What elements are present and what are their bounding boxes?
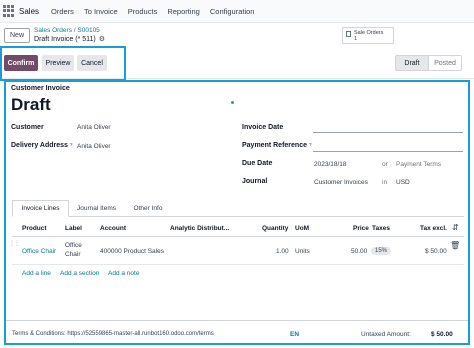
menu-reporting[interactable]: Reporting xyxy=(167,7,200,16)
row-price[interactable]: 50.00 xyxy=(351,248,367,255)
notebook-tabs: Invoice Lines Journal Items Other Info xyxy=(12,200,464,217)
or-text: or xyxy=(382,161,388,168)
column-label[interactable]: Label xyxy=(65,225,82,232)
breadcrumb-sales-orders[interactable]: Sales Orders xyxy=(34,27,72,34)
status-draft[interactable]: Draft xyxy=(395,55,429,71)
invoice-date-label: Invoice Date xyxy=(242,124,284,131)
document-type: Customer Invoice xyxy=(11,85,70,92)
column-product[interactable]: Product xyxy=(22,225,47,232)
row-uom[interactable]: Units xyxy=(295,248,310,255)
due-date-field[interactable]: 2023/18/18 xyxy=(314,161,347,168)
journal-label: Journal xyxy=(242,178,268,185)
column-tax-excluded[interactable]: Tax excl. xyxy=(420,225,447,232)
column-account[interactable]: Account xyxy=(100,225,126,232)
terms-conditions[interactable]: Terms & Conditions: https://52559865-mas… xyxy=(12,331,214,337)
footer-divider xyxy=(6,320,468,321)
control-panel: New Sales Orders / S00105 Draft Invoice … xyxy=(0,23,474,47)
sale-orders-smart-button[interactable]: Sale Orders 1 xyxy=(342,27,394,44)
untaxed-amount-value: $ 50.00 xyxy=(431,331,453,338)
customer-label: Customer xyxy=(11,124,44,131)
menu-orders[interactable]: Orders xyxy=(51,7,74,16)
breadcrumb-order[interactable]: S00105 xyxy=(77,27,99,34)
add-section-link[interactable]: Add a section xyxy=(60,270,99,277)
payment-reference-label: Payment Reference ? xyxy=(242,142,312,149)
column-taxes[interactable]: Taxes xyxy=(372,225,390,232)
row-account[interactable]: 400000 Product Sales xyxy=(100,248,164,255)
payment-terms-field[interactable]: Payment Terms xyxy=(396,161,441,168)
row-divider xyxy=(12,264,464,265)
journal-field[interactable]: Customer Invoices xyxy=(314,179,368,186)
row-product[interactable]: Office Chair xyxy=(22,248,56,255)
payment-reference-text: Payment Reference xyxy=(242,142,307,149)
focus-indicator xyxy=(231,101,234,104)
help-icon[interactable]: ? xyxy=(70,142,73,147)
untaxed-amount-label: Untaxed Amount: xyxy=(361,331,411,338)
optional-columns-icon[interactable]: ⇵ xyxy=(452,223,459,232)
column-uom[interactable]: UoM xyxy=(295,225,309,232)
invoice-date-field[interactable] xyxy=(313,132,463,133)
action-buttons-highlight xyxy=(0,46,126,81)
delivery-address-label: Delivery Address ? xyxy=(11,142,73,149)
help-icon[interactable]: ? xyxy=(309,142,312,147)
menu-configuration[interactable]: Configuration xyxy=(210,7,255,16)
column-price[interactable]: Price xyxy=(353,225,369,232)
add-note-link[interactable]: Add a note xyxy=(108,270,139,277)
row-tax-badge[interactable]: 15% xyxy=(371,247,392,255)
add-line-link[interactable]: Add a line xyxy=(22,270,51,277)
drag-handle-icon[interactable]: ⋮⋮ xyxy=(9,240,20,247)
due-date-label: Due Date xyxy=(242,160,273,167)
document-icon xyxy=(346,31,351,37)
currency-field[interactable]: USD xyxy=(396,179,410,186)
delivery-address-text: Delivery Address xyxy=(11,142,68,149)
column-analytic-distribution[interactable]: Analytic Distribut... xyxy=(170,225,229,232)
row-quantity[interactable]: 1.00 xyxy=(276,248,289,255)
menu-products[interactable]: Products xyxy=(128,7,158,16)
app-brand[interactable]: Sales xyxy=(19,7,39,16)
state-title: Draft xyxy=(11,95,51,114)
breadcrumb: Sales Orders / S00105 Draft Invoice (* 5… xyxy=(34,26,105,44)
smart-button-count: 1 xyxy=(354,36,358,42)
top-navbar: Sales Orders To Invoice Products Reporti… xyxy=(0,0,474,23)
tab-invoice-lines[interactable]: Invoice Lines xyxy=(12,200,69,217)
row-subtotal: $ 50.00 xyxy=(425,248,447,255)
language-code[interactable]: EN xyxy=(290,331,299,338)
status-posted[interactable]: Posted xyxy=(429,55,462,71)
invoice-form-sheet: Customer Invoice Draft Customer Anita Ol… xyxy=(4,80,470,345)
payment-reference-field[interactable] xyxy=(313,151,463,152)
trash-icon[interactable]: 🗑 xyxy=(450,241,460,250)
menu-to-invoice[interactable]: To Invoice xyxy=(84,7,118,16)
new-button[interactable]: New xyxy=(4,27,31,43)
in-text: in xyxy=(382,179,388,186)
status-bar: Draft Posted xyxy=(395,55,462,71)
customer-field[interactable]: Anita Oliver xyxy=(77,124,111,131)
row-label-line1[interactable]: Office xyxy=(65,242,82,249)
column-quantity[interactable]: Quantity xyxy=(262,225,288,232)
record-title: Draft Invoice (* 511) xyxy=(34,36,96,43)
delivery-address-field[interactable]: Anita Oliver xyxy=(77,143,111,150)
tab-journal-items[interactable]: Journal Items xyxy=(69,200,124,217)
gear-icon[interactable]: ⚙ xyxy=(99,35,105,44)
apps-menu-icon[interactable] xyxy=(3,5,15,17)
tab-other-info[interactable]: Other Info xyxy=(124,200,172,217)
row-label-line2[interactable]: Chair xyxy=(65,251,81,258)
